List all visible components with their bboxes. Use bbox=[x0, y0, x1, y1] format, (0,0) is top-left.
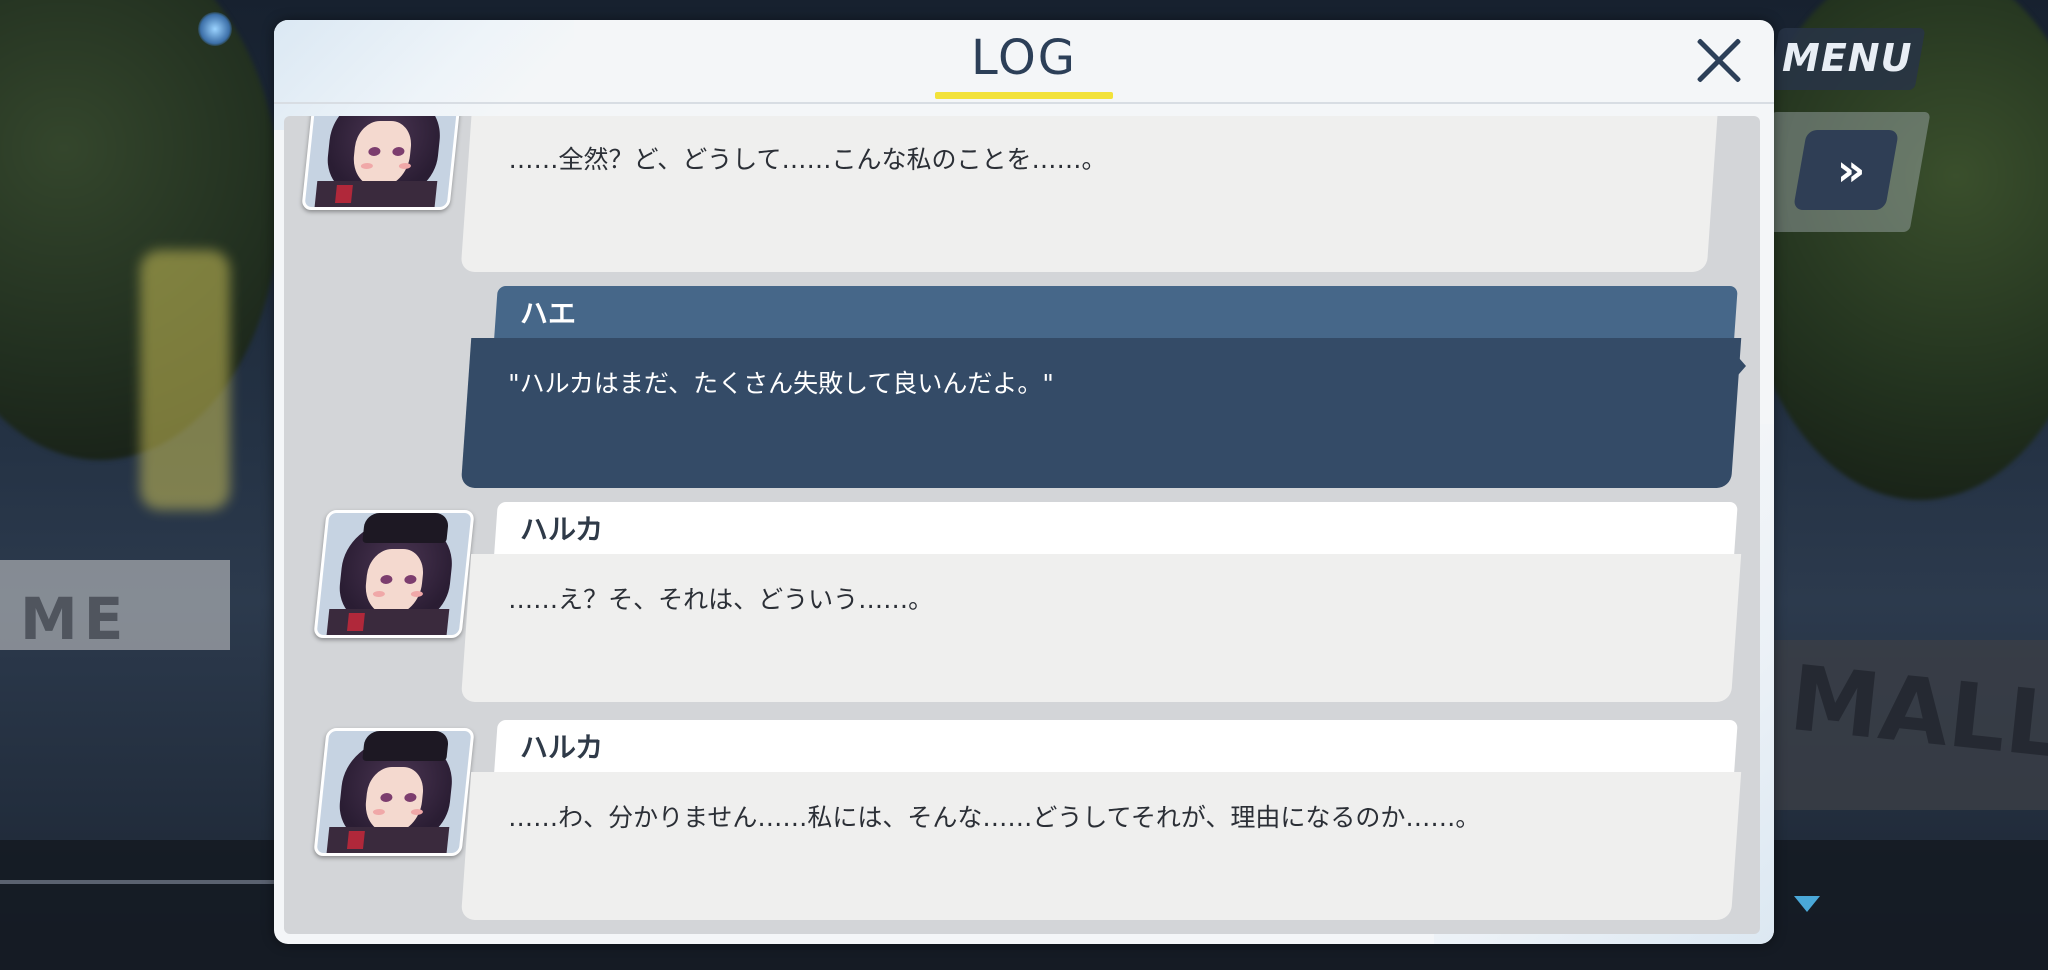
fast-forward-button[interactable]: » bbox=[1792, 130, 1900, 210]
speaker-avatar bbox=[313, 510, 475, 638]
log-entry-speaker-bar: ハエ bbox=[494, 286, 1738, 338]
log-entry-speaker-bar: ハルカ bbox=[494, 720, 1738, 772]
log-entry-message: "ハルカはまだ、たくさん失敗して良いんだよ。" bbox=[460, 338, 1742, 488]
log-header: LOG bbox=[274, 20, 1774, 104]
scroll-down-indicator-icon bbox=[1794, 896, 1820, 912]
fast-forward-icon: » bbox=[1836, 144, 1856, 196]
glow-orb-icon bbox=[198, 12, 232, 46]
log-title-underline bbox=[935, 92, 1113, 99]
log-entry-speaker-bar: ハルカ bbox=[494, 502, 1738, 554]
log-entry-text: ……わ、分かりません……私には、そんな……どうしてそれが、理由になるのか……。 bbox=[508, 803, 1481, 832]
log-entry-text: ……全然？ど、どうして……こんな私のことを……。 bbox=[508, 145, 1107, 174]
log-panel: LOG ……全然？ど、どうして……こんな私のことを……。 ハエ "ハルカはまだ、… bbox=[274, 20, 1774, 944]
log-entry-message: ……わ、分かりません……私には、そんな……どうしてそれが、理由になるのか……。 bbox=[460, 772, 1742, 920]
yellow-light bbox=[140, 250, 230, 510]
log-entry-text: ……え？そ、それは、どういう……。 bbox=[508, 585, 934, 614]
close-icon[interactable] bbox=[1692, 34, 1746, 88]
log-title: LOG bbox=[970, 30, 1077, 86]
railing bbox=[0, 880, 280, 884]
log-entry-speaker: ハエ bbox=[520, 297, 577, 330]
log-entry-text: "ハルカはまだ、たくさん失敗して良いんだよ。" bbox=[508, 369, 1054, 398]
log-entry-speaker: ハルカ bbox=[520, 513, 604, 546]
menu-button-label[interactable]: MENU bbox=[1782, 36, 1912, 80]
player-bubble-pointer bbox=[1732, 350, 1746, 382]
storefront-sign-text: ME bbox=[20, 585, 130, 653]
log-entry-message: ……全然？ど、どうして……こんな私のことを……。 bbox=[460, 116, 1718, 272]
log-entry-message: ……え？そ、それは、どういう……。 bbox=[460, 554, 1742, 702]
speaker-avatar bbox=[301, 116, 463, 210]
log-entry-speaker: ハルカ bbox=[520, 731, 604, 764]
log-scroll-area[interactable]: ……全然？ど、どうして……こんな私のことを……。 ハエ "ハルカはまだ、たくさん… bbox=[284, 116, 1760, 934]
speaker-avatar bbox=[313, 728, 475, 856]
